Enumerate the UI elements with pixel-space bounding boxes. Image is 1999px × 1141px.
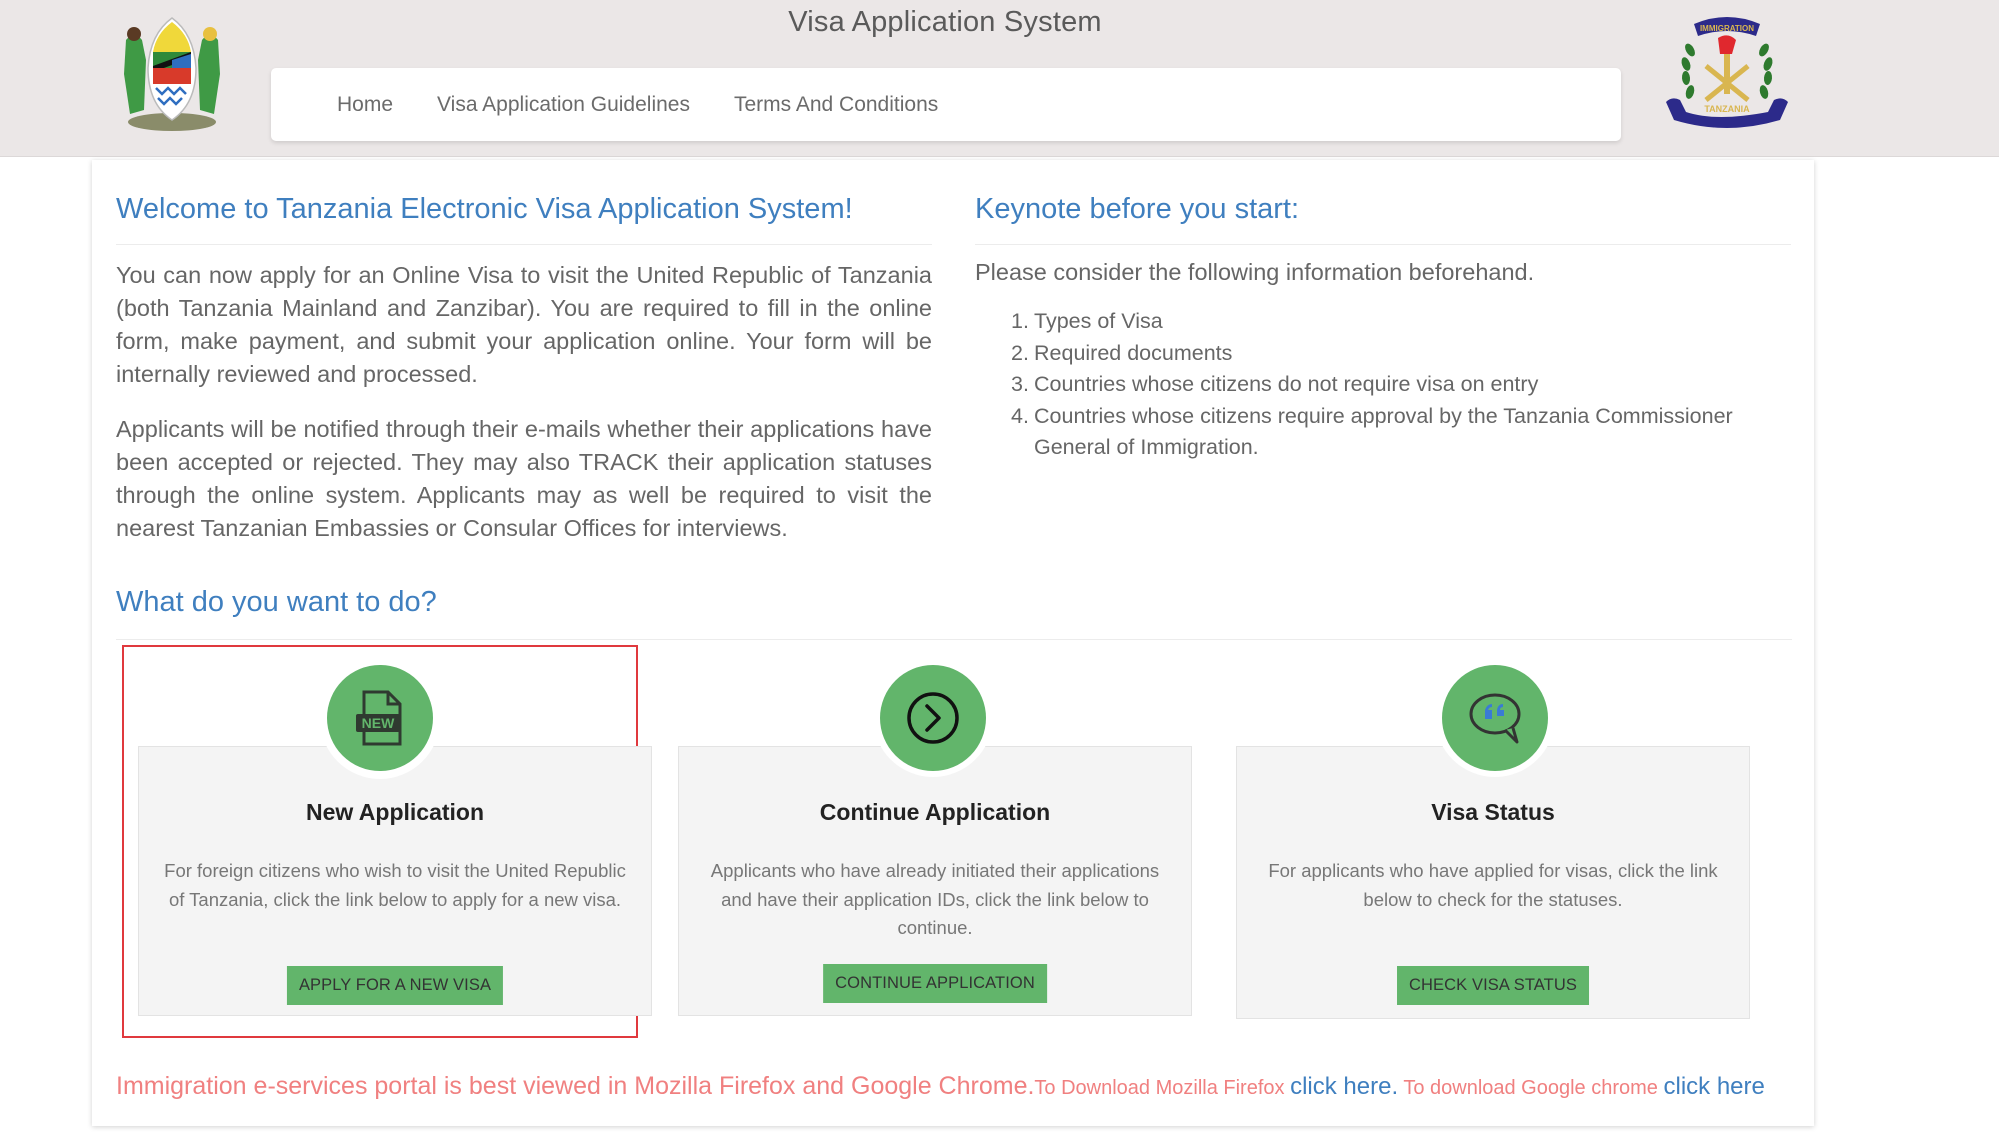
card-title: New Application: [305, 799, 485, 825]
nav-terms-and-conditions[interactable]: Terms And Conditions: [734, 93, 938, 117]
keynote-section: Keynote before you start: Please conside…: [975, 160, 1791, 464]
notice-chrome-text: To download Google chrome: [1398, 1077, 1664, 1099]
card-description: For applicants who have applied for visa…: [1268, 860, 1718, 910]
card-description: Applicants who have already initiated th…: [710, 860, 1160, 938]
keynote-list: 1. Types of Visa 2. Required documents 3. C…: [975, 306, 1791, 464]
keynote-heading: Keynote before you start:: [975, 193, 1791, 245]
new-icon-label: NEW: [362, 715, 395, 731]
continue-application-button[interactable]: CONTINUE APPLICATION: [823, 964, 1047, 1003]
keynote-item: 4. Countries whose citizens require appro…: [1011, 401, 1791, 464]
continue-application-card: Continue Application Applicants who have…: [678, 746, 1192, 1016]
visa-status-card-wrapper: Visa Status For applicants who have appl…: [1236, 645, 1752, 1038]
main-content-panel: Welcome to Tanzania Electronic Visa Appl…: [92, 160, 1814, 1126]
nav-home[interactable]: Home: [337, 93, 393, 117]
visa-status-card: Visa Status For applicants who have appl…: [1236, 746, 1750, 1019]
speech-bubble-quote-icon: [1442, 665, 1548, 771]
keynote-item-number: 1.: [1011, 309, 1029, 333]
new-application-card-wrapper: New Application For foreign citizens who…: [122, 645, 652, 1038]
new-application-card: New Application For foreign citizens who…: [138, 746, 652, 1016]
keynote-intro: Please consider the following informatio…: [975, 259, 1535, 285]
keynote-item-text: Types of Visa: [1034, 309, 1163, 333]
keynote-item-number: 3.: [1011, 372, 1029, 396]
coat-of-arms-logo[interactable]: [112, 10, 232, 134]
actions-heading: What do you want to do?: [116, 586, 1792, 640]
notice-firefox-text: To Download Mozilla Firefox: [1034, 1077, 1291, 1099]
immigration-emblem-logo[interactable]: IMMIGRATION TANZANIA: [1660, 10, 1794, 132]
apply-for-new-visa-button[interactable]: APPLY FOR A NEW VISA: [286, 966, 504, 1005]
notice-main-text: Immigration e-services portal is best vi…: [116, 1072, 1035, 1100]
download-chrome-link[interactable]: click here: [1663, 1073, 1764, 1100]
keynote-item: 3. Countries whose citizens do not requir…: [1011, 369, 1791, 401]
welcome-paragraph: Applicants will be notified through thei…: [116, 416, 932, 541]
keynote-item-text: Required documents: [1034, 340, 1233, 365]
main-navbar: Home Visa Application Guidelines Terms A…: [271, 68, 1621, 141]
card-title: Continue Application: [819, 799, 1051, 825]
emblem-top-text: IMMIGRATION: [1700, 24, 1754, 33]
chevron-right-circle-icon: [880, 665, 986, 771]
continue-application-card-wrapper: Continue Application Applicants who have…: [678, 645, 1194, 1038]
keynote-item-text: Countries whose citizens require approva…: [1034, 403, 1733, 460]
check-visa-status-button[interactable]: CHECK VISA STATUS: [1397, 966, 1589, 1005]
site-header: Visa Application System Home Visa Applic…: [0, 0, 1999, 157]
welcome-section: Welcome to Tanzania Electronic Visa Appl…: [116, 160, 932, 545]
keynote-item: 1. Types of Visa: [1011, 306, 1791, 338]
keynote-item-number: 2.: [1011, 340, 1029, 365]
download-firefox-link[interactable]: click here.: [1290, 1073, 1398, 1100]
new-document-icon: NEW: [327, 665, 433, 771]
welcome-paragraph: You can now apply for an Online Visa to …: [116, 262, 932, 387]
keynote-item-number: 4.: [1011, 403, 1029, 428]
keynote-item: 2. Required documents: [1011, 338, 1791, 370]
browser-notice: Immigration e-services portal is best vi…: [116, 1072, 1765, 1101]
card-description: For foreign citizens who wish to visit t…: [164, 860, 626, 910]
site-title: Visa Application System: [788, 6, 1102, 38]
keynote-item-text: Countries whose citizens do not require …: [1034, 372, 1539, 396]
welcome-heading: Welcome to Tanzania Electronic Visa Appl…: [116, 193, 932, 245]
nav-visa-application-guidelines[interactable]: Visa Application Guidelines: [437, 93, 690, 117]
card-title: Visa Status: [1431, 799, 1555, 825]
emblem-bottom-text: TANZANIA: [1704, 104, 1750, 114]
